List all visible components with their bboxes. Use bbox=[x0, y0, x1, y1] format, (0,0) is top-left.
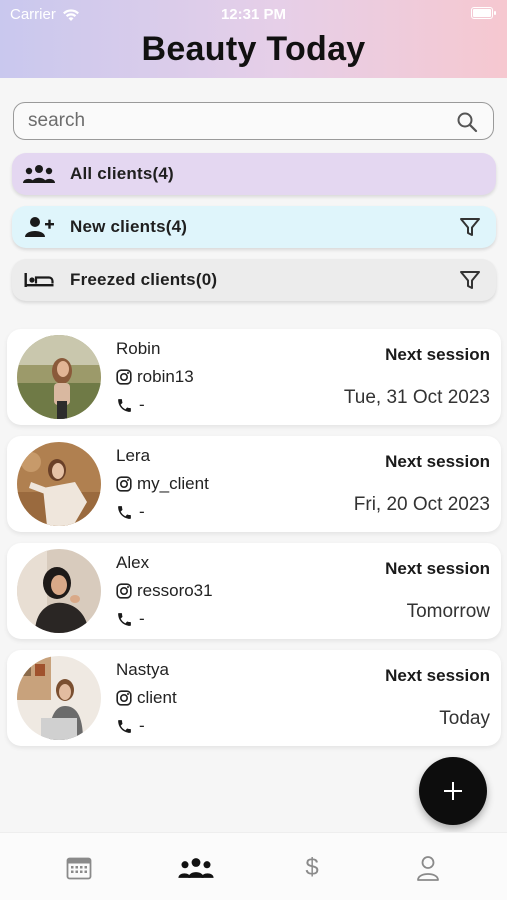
filter-freezed-clients[interactable]: Freezed clients(0) bbox=[12, 259, 496, 301]
calendar-icon bbox=[66, 857, 92, 880]
freeze-icon bbox=[22, 268, 56, 292]
instagram-icon bbox=[116, 476, 132, 492]
client-name: Nastya bbox=[116, 660, 169, 679]
phone-icon bbox=[118, 398, 131, 412]
tab-finance[interactable]: $ bbox=[294, 853, 330, 883]
add-person-icon bbox=[22, 215, 56, 239]
phone-icon bbox=[118, 612, 131, 626]
client-instagram[interactable]: robin13 bbox=[116, 367, 194, 387]
filter-new-clients-label: New clients(4) bbox=[70, 217, 188, 236]
instagram-handle: ressoro31 bbox=[137, 581, 213, 600]
next-session-date: Tue, 31 Oct 2023 bbox=[343, 387, 490, 408]
client-avatar bbox=[17, 656, 101, 740]
search-bar[interactable] bbox=[13, 102, 494, 140]
dollar-icon: $ bbox=[305, 854, 319, 881]
client-phone[interactable]: - bbox=[116, 502, 145, 522]
group-icon bbox=[22, 162, 56, 186]
client-card[interactable]: Alex ressoro31 - Next session Tomorrow bbox=[7, 543, 501, 639]
phone-icon bbox=[118, 505, 131, 519]
status-bar: Carrier 12:31 PM bbox=[0, 0, 507, 28]
next-session-label: Next session bbox=[385, 559, 490, 578]
filter-all-clients-label: All clients(4) bbox=[70, 164, 174, 183]
next-session-label: Next session bbox=[385, 345, 490, 364]
instagram-icon bbox=[116, 690, 132, 706]
filter-freezed-clients-label: Freezed clients(0) bbox=[70, 270, 218, 289]
client-avatar bbox=[17, 549, 101, 633]
tab-calendar[interactable] bbox=[61, 853, 97, 883]
phone-number: - bbox=[139, 502, 145, 521]
tab-profile[interactable] bbox=[410, 853, 446, 883]
plus-icon bbox=[444, 782, 462, 800]
next-session-date: Fri, 20 Oct 2023 bbox=[353, 494, 490, 515]
battery-icon bbox=[471, 7, 496, 19]
instagram-handle: my_client bbox=[137, 474, 209, 493]
next-session-date: Tomorrow bbox=[406, 601, 490, 622]
client-name: Lera bbox=[116, 446, 151, 465]
app-header: Carrier 12:31 PM Beauty Today bbox=[0, 0, 507, 78]
filter-new-clients[interactable]: New clients(4) bbox=[12, 206, 496, 248]
next-session-label: Next session bbox=[385, 452, 490, 471]
clients-icon bbox=[178, 858, 214, 878]
client-instagram[interactable]: client bbox=[116, 688, 177, 708]
client-phone[interactable]: - bbox=[116, 716, 145, 736]
client-avatar bbox=[17, 335, 101, 419]
tab-clients[interactable] bbox=[178, 853, 214, 883]
phone-icon bbox=[118, 719, 131, 733]
instagram-handle: robin13 bbox=[137, 367, 194, 386]
client-name: Robin bbox=[116, 339, 161, 358]
search-input[interactable] bbox=[28, 110, 448, 132]
instagram-handle: client bbox=[137, 688, 177, 707]
add-client-button[interactable] bbox=[419, 757, 487, 825]
next-session-date: Today bbox=[439, 708, 490, 729]
search-icon[interactable] bbox=[455, 110, 479, 134]
instagram-icon bbox=[116, 583, 132, 599]
client-instagram[interactable]: my_client bbox=[116, 474, 209, 494]
phone-number: - bbox=[139, 609, 145, 628]
client-avatar bbox=[17, 442, 101, 526]
phone-number: - bbox=[139, 395, 145, 414]
filter-all-clients[interactable]: All clients(4) bbox=[12, 153, 496, 195]
filter-icon[interactable] bbox=[458, 268, 482, 292]
filter-icon[interactable] bbox=[458, 215, 482, 239]
client-name: Alex bbox=[116, 553, 150, 572]
instagram-icon bbox=[116, 369, 132, 385]
client-instagram[interactable]: ressoro31 bbox=[116, 581, 213, 601]
status-time: 12:31 PM bbox=[220, 6, 287, 23]
client-card[interactable]: Lera my_client - Next session Fri, 20 Oc… bbox=[7, 436, 501, 532]
phone-number: - bbox=[139, 716, 145, 735]
next-session-label: Next session bbox=[385, 666, 490, 685]
client-card[interactable]: Robin robin13 - Next session Tue, 31 Oct… bbox=[7, 329, 501, 425]
profile-icon bbox=[417, 856, 439, 881]
bottom-tab-bar: $ bbox=[0, 832, 507, 900]
client-phone[interactable]: - bbox=[116, 609, 145, 629]
client-phone[interactable]: - bbox=[116, 395, 145, 415]
page-title: Beauty Today bbox=[141, 30, 366, 68]
client-card[interactable]: Nastya client - Next session Today bbox=[7, 650, 501, 746]
